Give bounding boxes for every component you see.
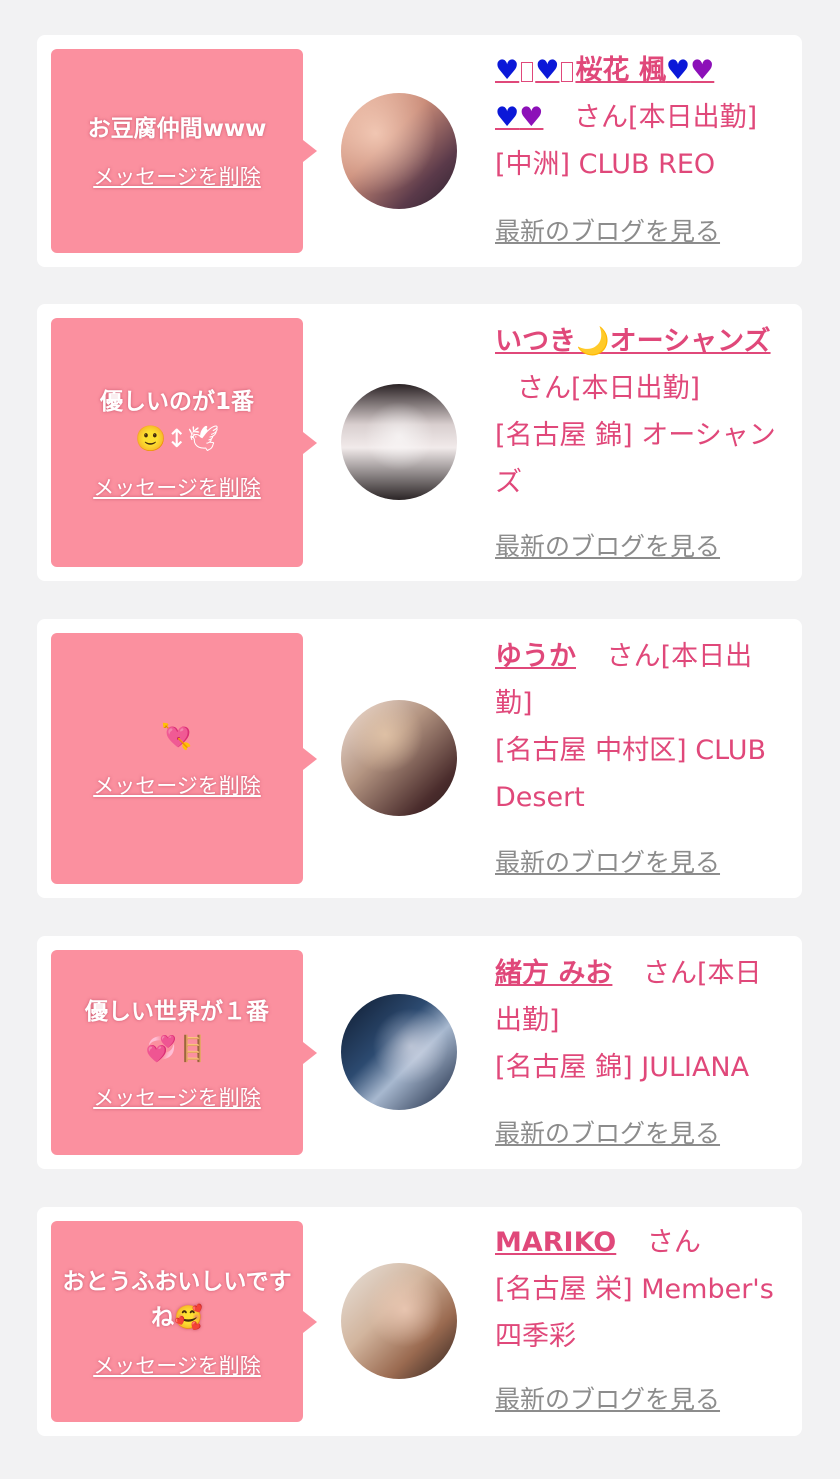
- message-bubble: 優しい世界が１番 💞🪜 メッセージを削除: [51, 950, 317, 1155]
- shop-name: [名古屋 錦] JULIANA: [495, 1052, 750, 1083]
- honorific: さん: [643, 958, 697, 989]
- cast-info: ゆうか さん[本日出勤] [名古屋 中村区] CLUB Desert: [495, 633, 787, 821]
- latest-blog-link[interactable]: 最新のブログを見る: [495, 1117, 720, 1151]
- cast-info: MARIKO さん [名古屋 栄] Member's 四季彩: [495, 1219, 787, 1360]
- honorific: さん: [517, 373, 571, 404]
- cast-name-link[interactable]: 緒方 みお: [495, 958, 612, 989]
- honorific: さん: [606, 641, 661, 672]
- cast-info: 緒方 みお さん[本日出勤] [名古屋 錦] JULIANA: [495, 950, 787, 1091]
- delete-message-link[interactable]: メッセージを削除: [93, 770, 261, 800]
- cast-name-link[interactable]: ゆうか: [495, 641, 576, 672]
- delete-message-link[interactable]: メッセージを削除: [93, 1082, 261, 1112]
- latest-blog-link[interactable]: 最新のブログを見る: [495, 530, 720, 564]
- latest-blog-link[interactable]: 最新のブログを見る: [495, 1383, 720, 1417]
- favorite-card: 優しい世界が１番 💞🪜 メッセージを削除 緒方 みお さん[本日出勤] [名古屋…: [37, 936, 802, 1169]
- shop-name: [名古屋 栄] Member's 四季彩: [495, 1274, 774, 1352]
- blue-heart-icon: ♥: [535, 55, 560, 86]
- cast-info: いつき🌙オーシャンズ さん[本日出勤] [名古屋 錦] オーシャンズ: [495, 318, 787, 506]
- avatar-photo: [341, 700, 457, 816]
- avatar-photo: [341, 994, 457, 1110]
- message-text: 優しい世界が１番: [85, 998, 269, 1025]
- cast-name: 桜花 楓: [575, 55, 666, 86]
- latest-blog-link[interactable]: 最新のブログを見る: [495, 846, 720, 880]
- delete-message-link[interactable]: メッセージを削除: [93, 472, 261, 502]
- message-text: おとうふおいしいですね🥰: [62, 1268, 292, 1331]
- favorite-card: 💘 メッセージを削除 ゆうか さん[本日出勤] [名古屋 中村区] CLUB D…: [37, 619, 802, 898]
- cast-name-link[interactable]: MARIKO: [495, 1227, 616, 1258]
- cast-info: ♥ ♥ 桜花 楓♥♥ ♥♥ さん[本日出勤] [中洲] CLUB REO: [495, 47, 787, 188]
- favorite-card: おとうふおいしいですね🥰 メッセージを削除 MARIKO さん [名古屋 栄] …: [37, 1207, 802, 1436]
- avatar-photo: [341, 1263, 457, 1379]
- message-bubble: 優しいのが1番 🙂↕🕊 メッセージを削除: [51, 318, 317, 567]
- purple-heart-icon: ♥: [519, 102, 544, 133]
- delete-message-link[interactable]: メッセージを削除: [93, 161, 261, 191]
- favorite-card: お豆腐仲間www メッセージを削除 ♥ ♥ 桜花 楓♥♥ ♥♥ さん[本日出勤] [中…: [37, 35, 802, 267]
- avatar[interactable]: [341, 1263, 457, 1379]
- shop-name: [中洲] CLUB REO: [495, 149, 716, 180]
- avatar[interactable]: [341, 93, 457, 209]
- message-text: お豆腐仲間www: [87, 116, 267, 142]
- message-emoji: 💘: [161, 721, 193, 751]
- purple-heart-icon: ♥: [690, 55, 715, 86]
- avatar[interactable]: [341, 700, 457, 816]
- delete-message-link[interactable]: メッセージを削除: [93, 1350, 261, 1380]
- honorific: さん: [574, 102, 629, 133]
- blue-heart-icon: ♥: [665, 55, 691, 86]
- message-bubble: 💘 メッセージを削除: [51, 633, 317, 884]
- avatar-photo: [341, 93, 457, 209]
- message-bubble: お豆腐仲間www メッセージを削除: [51, 49, 317, 253]
- missing-glyph-icon: [561, 61, 574, 82]
- message-emoji: 💞🪜: [145, 1033, 209, 1063]
- cast-name-link[interactable]: いつき🌙オーシャンズ: [495, 326, 771, 357]
- missing-glyph-icon: [521, 61, 534, 82]
- latest-blog-link[interactable]: 最新のブログを見る: [495, 215, 720, 249]
- message-emoji: 🙂↕🕊: [135, 423, 219, 453]
- favorite-card: 優しいのが1番 🙂↕🕊 メッセージを削除 いつき🌙オーシャンズ さん[本日出勤]…: [37, 304, 802, 581]
- blue-heart-icon: ♥: [495, 102, 520, 133]
- message-bubble: おとうふおいしいですね🥰 メッセージを削除: [51, 1221, 317, 1422]
- blue-heart-icon: ♥: [495, 55, 520, 86]
- status-text: [本日出勤]: [628, 102, 758, 133]
- avatar[interactable]: [341, 994, 457, 1110]
- status-text: [本日出勤]: [571, 373, 701, 404]
- shop-name: [名古屋 錦] オーシャンズ: [495, 420, 776, 498]
- avatar[interactable]: [341, 384, 457, 500]
- shop-name: [名古屋 中村区] CLUB Desert: [495, 735, 767, 813]
- avatar-photo: [341, 384, 457, 500]
- honorific: さん: [646, 1227, 701, 1258]
- message-text: 優しいのが1番: [99, 388, 254, 415]
